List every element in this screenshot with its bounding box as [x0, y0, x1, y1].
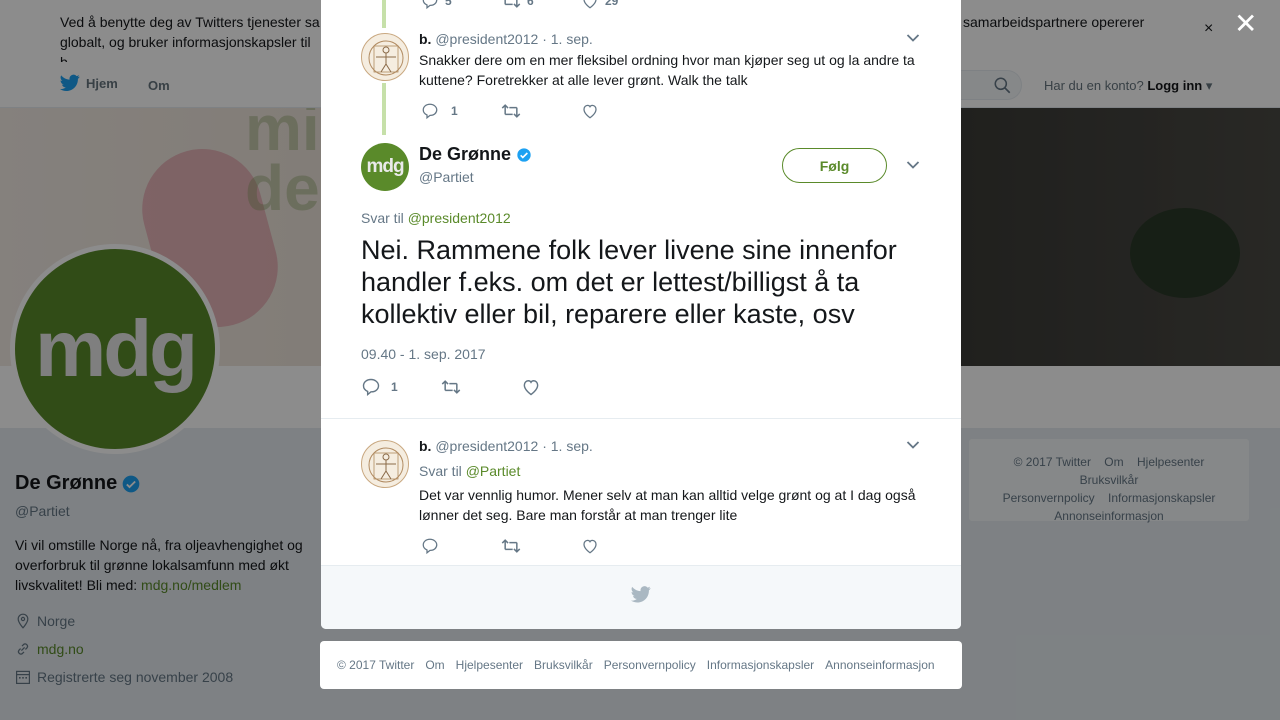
reply-count: 1 [451, 104, 458, 118]
reply-header: b. @president2012 · 1. sep. [419, 438, 593, 454]
reply-icon [422, 103, 438, 120]
retweet-icon [501, 539, 521, 553]
close-icon[interactable]: ✕ [1234, 10, 1257, 38]
reply-actions [421, 537, 599, 555]
footer-copyright: © 2017 Twitter [337, 658, 415, 672]
footer-help[interactable]: Hjelpesenter [456, 658, 523, 672]
modal-footer [321, 565, 961, 629]
retweet-icon [441, 380, 461, 394]
vitruvian-man-image [368, 40, 404, 76]
main-tweet-text: Nei. Rammene folk lever livene sine inne… [361, 235, 897, 329]
tweet-date[interactable]: 1. sep. [551, 31, 593, 47]
heart-icon [583, 539, 597, 554]
like-button[interactable]: 29 [581, 0, 618, 10]
chevron-down-icon[interactable] [906, 33, 920, 43]
retweet-button[interactable] [501, 102, 581, 120]
tweet-actions: 1 [421, 102, 599, 120]
bottom-footer: © 2017 Twitter Om Hjelpesenter Bruksvilk… [320, 641, 962, 689]
reply-author-name[interactable]: b. [419, 438, 431, 454]
reply-date[interactable]: 1. sep. [551, 438, 593, 454]
reply-icon [362, 378, 380, 396]
tweet-text: Snakker dere om en mer fleksibel ordning… [419, 52, 915, 88]
like-button[interactable] [521, 377, 541, 397]
follow-button[interactable]: Følg [782, 148, 887, 183]
reply-author-avatar[interactable] [361, 440, 409, 488]
reply-prefix: Svar til [361, 210, 404, 226]
tweet-modal: 5 6 29 b. @president2012 · 1. sep. Snakk… [321, 0, 961, 629]
retweet-count: 6 [527, 0, 534, 8]
thread-connector [382, 0, 386, 28]
footer-privacy[interactable]: Personvernpolicy [604, 658, 696, 672]
footer-ads-info[interactable]: Annonseinformasjon [825, 658, 934, 672]
like-button[interactable] [581, 102, 599, 120]
thread-connector [382, 83, 386, 135]
reply-button[interactable] [421, 537, 501, 555]
footer-cookies[interactable]: Informasjonskapsler [707, 658, 814, 672]
reply-context: Svar til @Partiet [419, 463, 520, 479]
reply-context: Svar til @president2012 [361, 210, 511, 226]
tweet-header: b. @president2012 · 1. sep. [419, 31, 593, 47]
retweet-icon [501, 104, 521, 118]
main-tweet-author-name: De Grønne [419, 144, 512, 164]
main-tweet-avatar[interactable]: mdg [361, 143, 409, 191]
reply-text: Det var vennlig humor. Mener selv at man… [419, 487, 916, 523]
reply-prefix: Svar til [419, 463, 462, 479]
reply-count: 5 [445, 0, 452, 8]
like-button[interactable] [581, 537, 599, 555]
like-count: 29 [605, 0, 619, 8]
twitter-bird-icon [631, 586, 651, 603]
reply-button[interactable]: 5 [421, 0, 501, 10]
reply-button[interactable]: 1 [361, 377, 441, 397]
reply-icon [422, 0, 438, 10]
reply-button[interactable]: 1 [421, 102, 501, 120]
main-tweet-handle[interactable]: @Partiet [419, 169, 474, 185]
footer-terms[interactable]: Bruksvilkår [534, 658, 593, 672]
retweet-button[interactable] [441, 378, 521, 396]
reply-author-handle[interactable]: @president2012 [435, 438, 538, 454]
reply-to-link[interactable]: @president2012 [408, 210, 511, 226]
reply-count: 1 [391, 380, 398, 394]
tweet-author-name[interactable]: b. [419, 31, 431, 47]
main-tweet-timestamp[interactable]: 09.40 - 1. sep. 2017 [361, 346, 486, 362]
tweet-author-avatar[interactable] [361, 33, 409, 81]
vitruvian-man-image [368, 447, 404, 483]
heart-icon [583, 0, 597, 9]
retweet-icon [504, 0, 521, 8]
tweet-author-handle[interactable]: @president2012 [435, 31, 538, 47]
retweet-button[interactable] [501, 537, 581, 555]
reply-to-link[interactable]: @Partiet [466, 463, 521, 479]
main-tweet-author[interactable]: De Grønne [419, 144, 532, 165]
chevron-down-icon[interactable] [906, 160, 920, 170]
divider [321, 418, 961, 419]
verified-badge-icon [517, 147, 531, 162]
previous-tweet-actions: 5 6 29 [421, 0, 618, 10]
retweet-button[interactable]: 6 [501, 0, 581, 10]
heart-icon [583, 104, 597, 119]
chevron-down-icon[interactable] [906, 440, 920, 450]
main-tweet-actions: 1 [361, 377, 541, 397]
footer-about[interactable]: Om [425, 658, 444, 672]
heart-icon [523, 380, 539, 396]
reply-icon [422, 538, 438, 555]
